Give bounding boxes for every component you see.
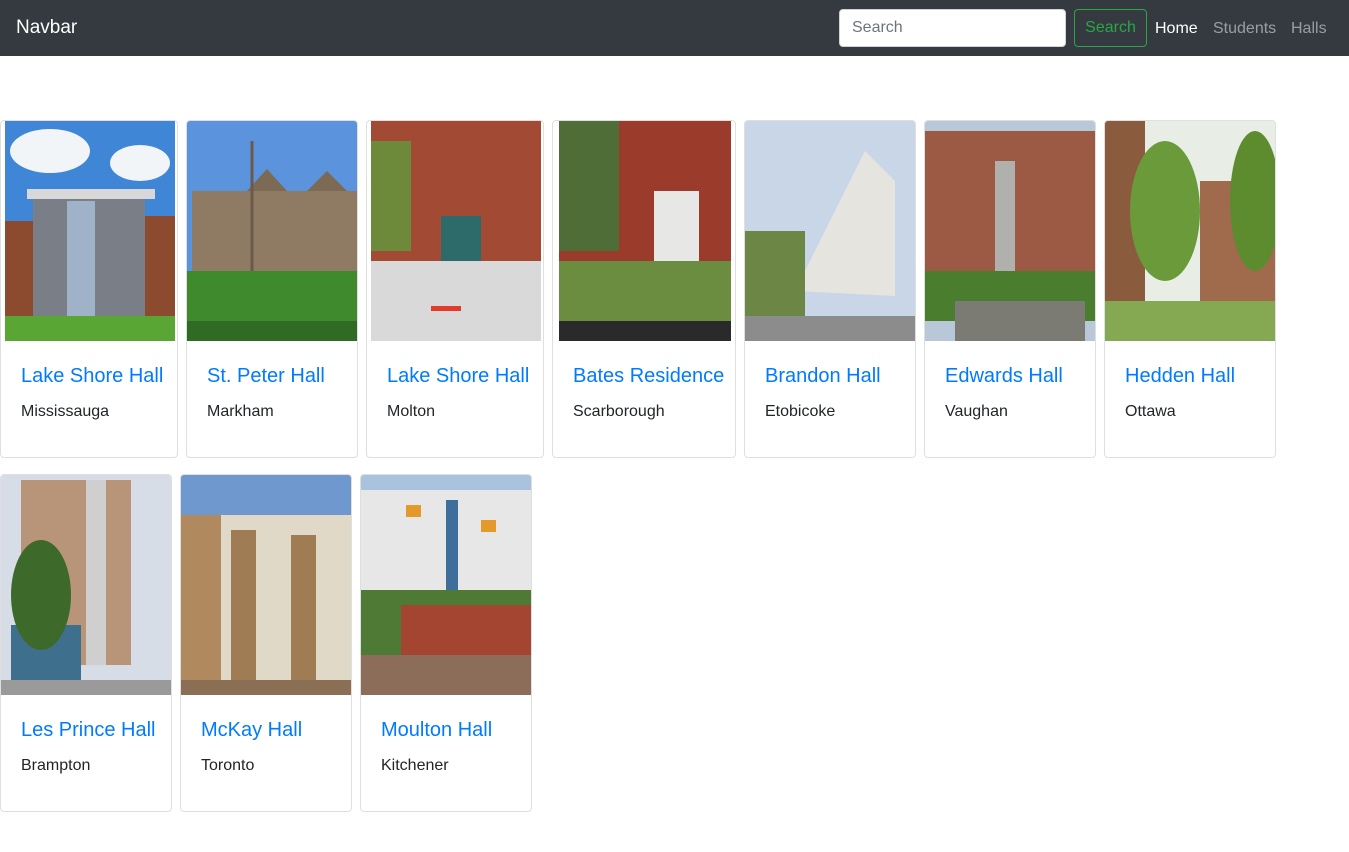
hall-photo	[371, 121, 541, 341]
hall-city: Kitchener	[381, 757, 449, 774]
nav-link-halls[interactable]: Halls	[1291, 18, 1327, 40]
hall-card: St. Peter Hall Markham	[186, 120, 358, 458]
hall-card: Les Prince Hall Brampton	[0, 474, 172, 812]
hall-city: Etobicoke	[765, 403, 836, 420]
hall-photo	[5, 121, 175, 341]
hall-photo	[1, 475, 171, 695]
hall-photo	[181, 475, 351, 695]
hall-name[interactable]: St. Peter Hall	[207, 363, 325, 389]
hall-name[interactable]: Brandon Hall	[765, 363, 881, 389]
hall-card: Brandon Hall Etobicoke	[744, 120, 916, 458]
hall-card: McKay Hall Toronto	[180, 474, 352, 812]
hall-name[interactable]: Les Prince Hall	[21, 717, 156, 743]
search-input[interactable]	[839, 9, 1066, 47]
hall-city: Toronto	[201, 757, 255, 774]
nav-link-students[interactable]: Students	[1213, 18, 1276, 40]
hall-photo	[925, 121, 1095, 341]
hall-city: Scarborough	[573, 403, 665, 420]
hall-name[interactable]: Lake Shore Hall	[21, 363, 163, 389]
hall-city: Mississauga	[21, 403, 110, 420]
hall-card: Edwards Hall Vaughan	[924, 120, 1096, 458]
hall-card: Bates Residence Scarborough	[552, 120, 736, 458]
hall-photo	[1105, 121, 1275, 341]
hall-name[interactable]: Lake Shore Hall	[387, 363, 529, 389]
hall-photo	[745, 121, 915, 341]
search-button[interactable]: Search	[1074, 9, 1147, 47]
navbar-brand[interactable]: Navbar	[16, 15, 77, 41]
hall-card: Hedden Hall Ottawa	[1104, 120, 1276, 458]
hall-city: Brampton	[21, 757, 91, 774]
hall-name[interactable]: Bates Residence	[573, 363, 724, 389]
hall-city: Vaughan	[945, 403, 1008, 420]
hall-name[interactable]: Moulton Hall	[381, 717, 492, 743]
hall-photo	[187, 121, 357, 341]
hall-photo	[361, 475, 531, 695]
hall-name[interactable]: McKay Hall	[201, 717, 302, 743]
hall-city: Molton	[387, 403, 436, 420]
hall-city: Markham	[207, 403, 274, 420]
hall-card: Moulton Hall Kitchener	[360, 474, 532, 812]
nav-link-home[interactable]: Home	[1155, 18, 1198, 40]
hall-name[interactable]: Hedden Hall	[1125, 363, 1235, 389]
hall-card: Lake Shore Hall Molton	[366, 120, 544, 458]
navbar: Navbar Search Home Students Halls	[0, 0, 1349, 56]
hall-photo	[559, 121, 731, 341]
hall-card: Lake Shore Hall Mississauga	[0, 120, 178, 458]
hall-city: Ottawa	[1125, 403, 1176, 420]
hall-name[interactable]: Edwards Hall	[945, 363, 1063, 389]
